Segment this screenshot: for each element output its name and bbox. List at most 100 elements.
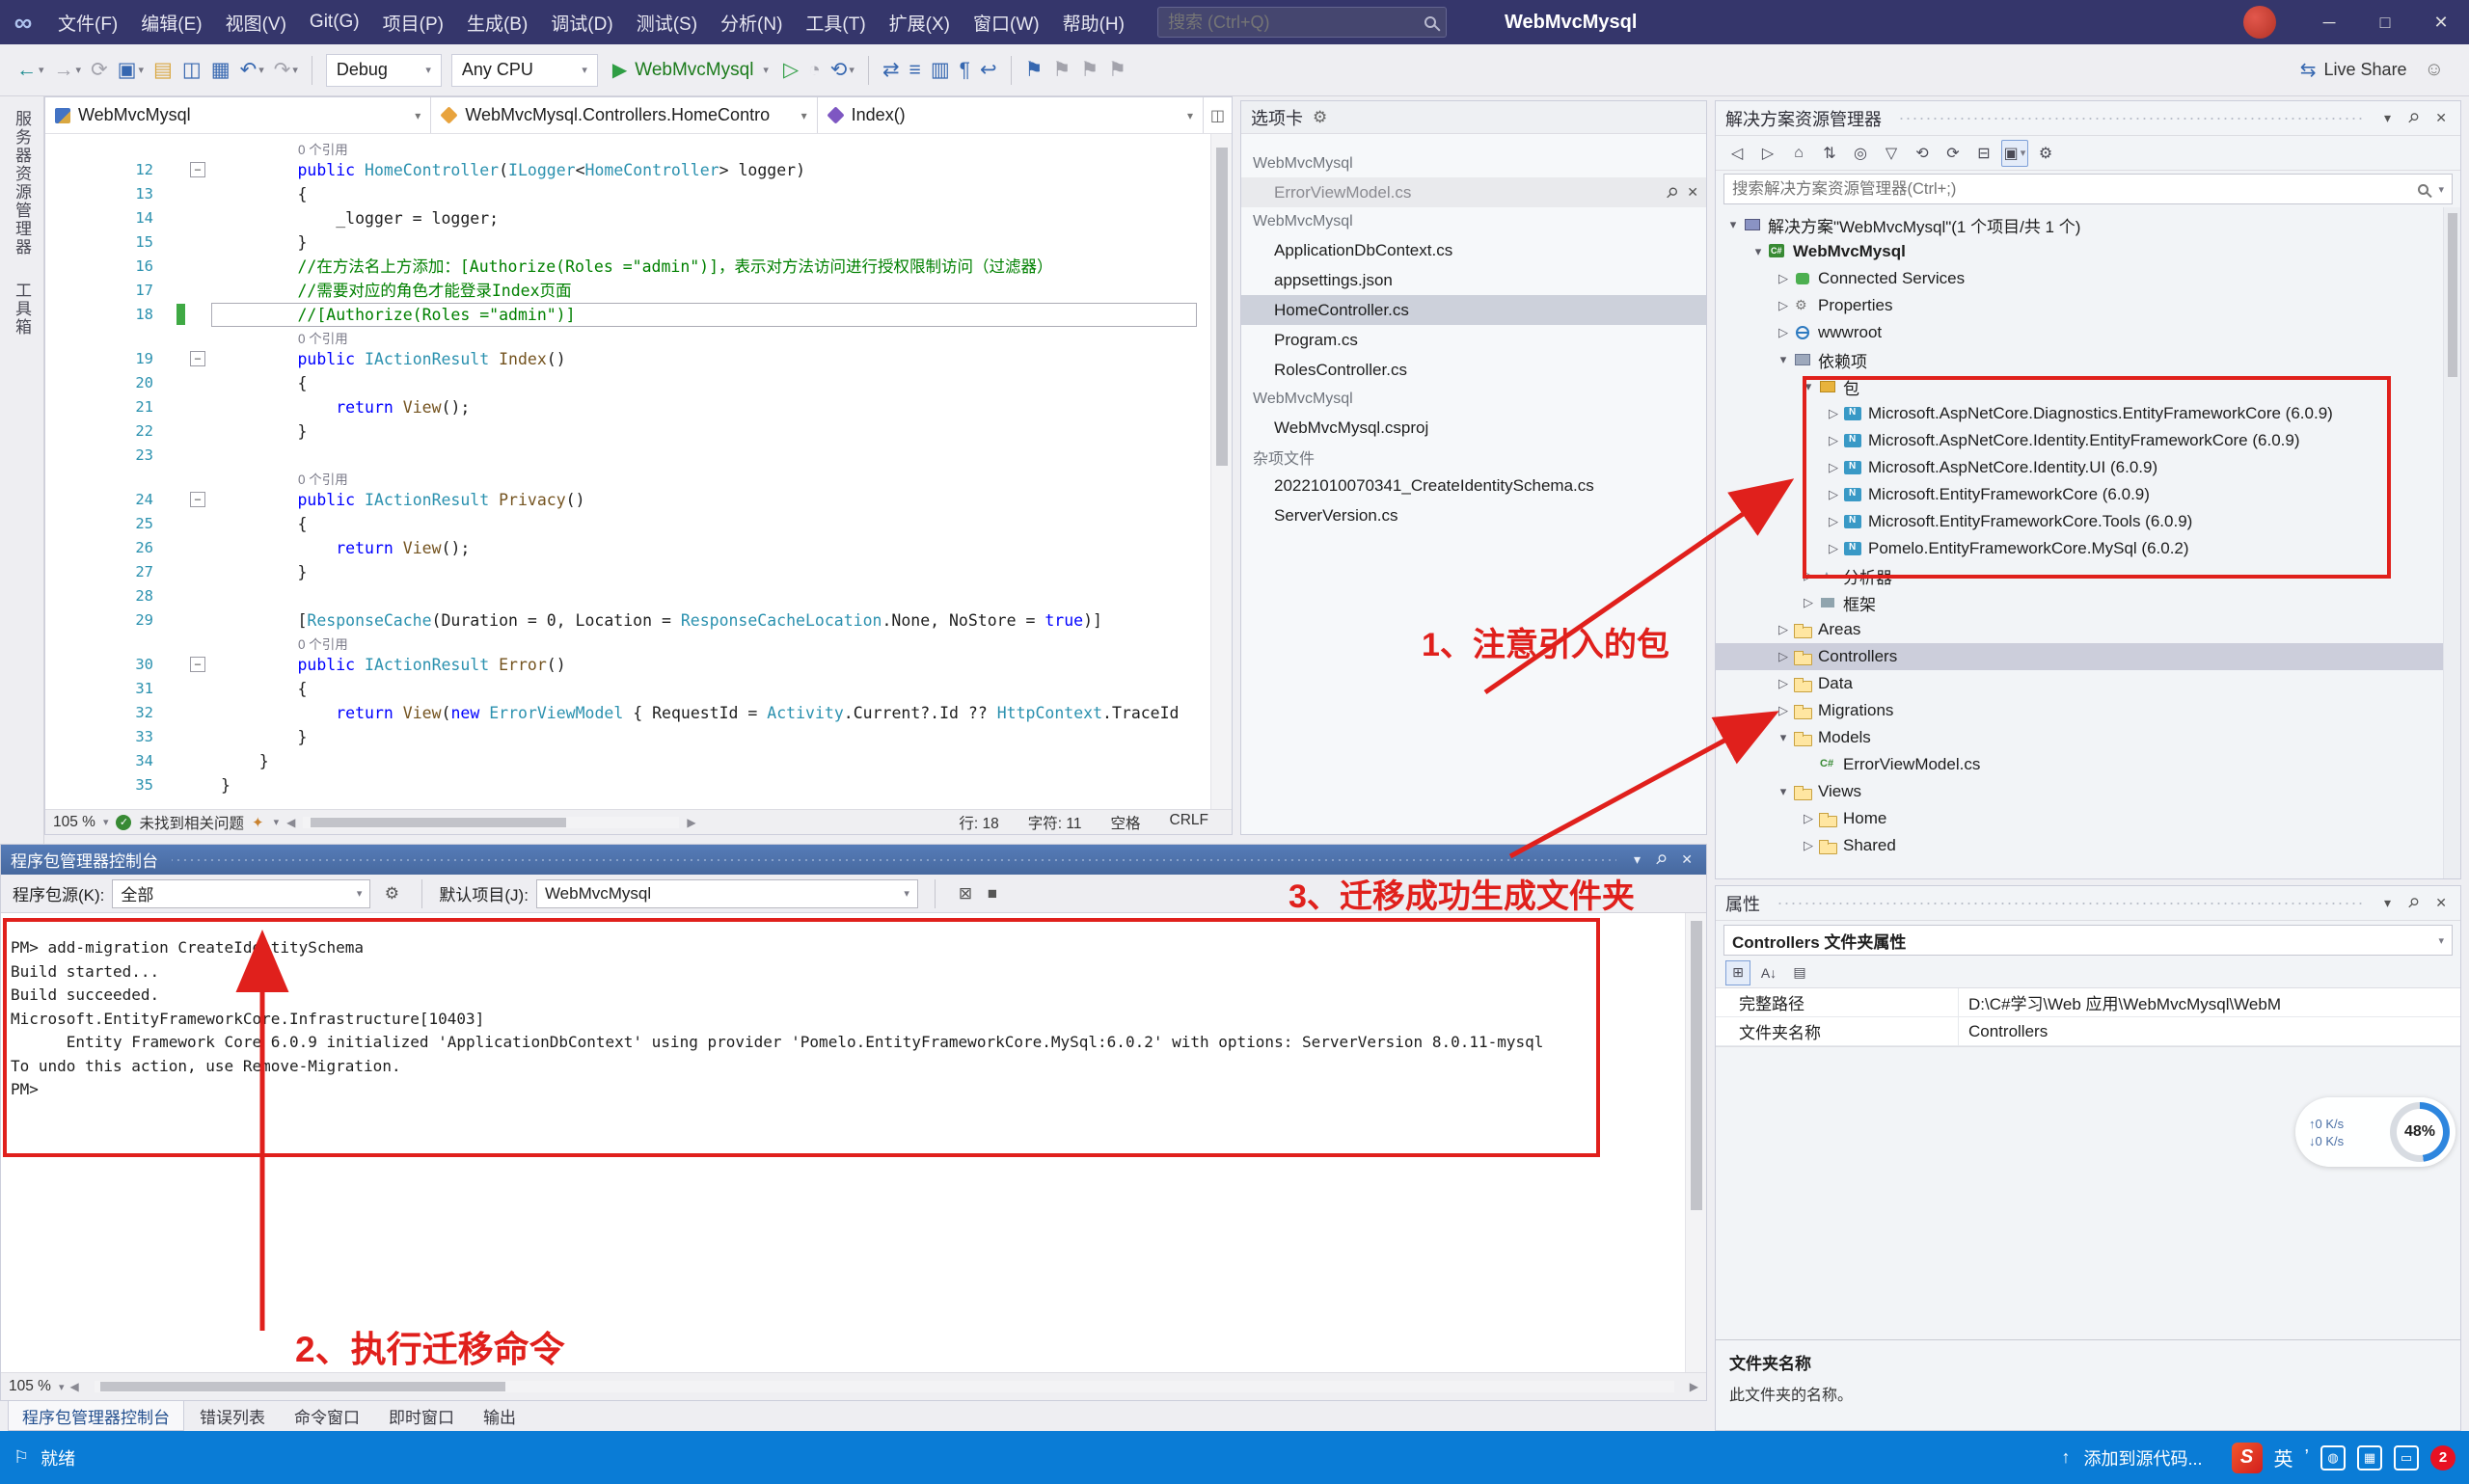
rail-tab[interactable]: 服务器资源管理器 [10,110,34,256]
solution-search-input[interactable] [1732,180,2410,199]
close-icon[interactable]: ✕ [2431,895,2451,911]
next-bookmark-icon[interactable]: ⚑ [1075,52,1103,89]
notification-badge[interactable]: 2 [2430,1445,2455,1471]
gear-icon[interactable]: ⚙ [1313,108,1327,127]
solution-search-box[interactable]: ▾ [1723,174,2453,204]
forward-icon[interactable]: ▷ [1754,140,1781,167]
sogou-ime-icon[interactable]: S [2232,1443,2263,1473]
expander-icon[interactable]: ▾ [1774,352,1793,367]
expander-icon[interactable]: ▾ [1723,217,1743,232]
ime-language-indicator[interactable]: 英 [2274,1444,2293,1471]
pin-icon[interactable]: ⚲ [2401,106,2426,130]
alphabetical-icon[interactable]: A↓ [1756,960,1781,985]
code-line[interactable]: 20 { [45,371,1232,395]
tree-item[interactable]: ▷Microsoft.EntityFrameworkCore.Tools (6.… [1716,508,2460,535]
console-zoom-value[interactable]: 105 % [9,1378,51,1395]
solution-platform-dropdown[interactable]: Any CPU▾ [451,54,598,87]
cursor-column-indicator[interactable]: 字符: 11 [1028,812,1082,833]
tab-item[interactable]: 20221010070341_CreateIdentitySchema.cs [1241,471,1706,500]
code-line[interactable]: 34 } [45,749,1232,773]
code-line[interactable]: 24− public IActionResult Privacy() [45,488,1232,512]
clear-console-icon[interactable]: ⊠ [952,880,979,907]
code-line[interactable]: 22 } [45,419,1232,444]
quick-search-box[interactable] [1157,7,1447,38]
menu-item[interactable]: 窗口(W) [962,0,1051,44]
microphone-icon[interactable]: ◍ [2320,1445,2346,1471]
tree-item[interactable]: ▷Microsoft.EntityFrameworkCore (6.0.9) [1716,481,2460,508]
collapse-all-icon[interactable]: ⊟ [1970,140,1997,167]
codelens-references[interactable]: 0 个引用 [298,328,348,347]
scrollbar-thumb[interactable] [1216,148,1228,466]
health-check-icon[interactable]: ✓ [116,815,131,830]
expander-icon[interactable]: ▾ [1774,730,1793,745]
minimize-button[interactable]: ─ [2301,0,2357,44]
expander-icon[interactable]: ▾ [1774,784,1793,799]
expander-icon[interactable]: ▷ [1774,271,1793,286]
navigate-back-edit-icon[interactable]: ⇄ [878,52,905,89]
history-icon[interactable]: ⟳ [86,52,113,89]
expander-icon[interactable]: ▷ [1774,325,1793,340]
line-ending-indicator[interactable]: CRLF [1170,812,1208,833]
code-line[interactable]: 32 return View(new ErrorViewModel { Requ… [45,701,1232,725]
home-icon[interactable]: ⌂ [1785,140,1812,167]
code-line[interactable]: 21 return View(); [45,395,1232,419]
close-icon[interactable]: ✕ [1687,184,1698,201]
property-value[interactable]: D:\C#学习\Web 应用\WebMvcMysql\WebM [1959,990,2460,1014]
editor-vertical-scrollbar[interactable] [1210,134,1232,809]
open-folder-icon[interactable]: ▤ [149,52,177,89]
code-line[interactable]: 14 _logger = logger; [45,206,1232,230]
maximize-button[interactable]: □ [2357,0,2413,44]
save-icon[interactable]: ◫ [177,52,206,89]
properties-icon[interactable]: ⚙ [2032,140,2059,167]
tab-item[interactable]: HomeController.cs [1241,295,1706,325]
fold-collapse-icon[interactable]: − [190,492,205,507]
code-line[interactable]: 25 { [45,512,1232,536]
tree-item[interactable]: ▷Microsoft.AspNetCore.Identity.EntityFra… [1716,427,2460,454]
expander-icon[interactable]: ▷ [1824,541,1843,556]
tree-item[interactable]: ▷Migrations [1716,697,2460,724]
code-line[interactable]: 27 } [45,560,1232,584]
word-wrap-icon[interactable]: ↩ [975,52,1002,89]
menu-item[interactable]: 测试(S) [625,0,709,44]
tab-item[interactable]: WebMvcMysql.csproj [1241,413,1706,443]
back-icon[interactable]: ←▾ [12,52,49,89]
property-value[interactable]: Controllers [1959,1022,2460,1041]
property-row[interactable]: 完整路径D:\C#学习\Web 应用\WebMvcMysql\WebM [1716,988,2460,1017]
line-indent-icon[interactable]: ≡ [905,52,926,89]
touch-panel-icon[interactable]: ▭ [2394,1445,2419,1471]
expander-icon[interactable]: ▾ [1749,244,1768,259]
tab-item[interactable]: appsettings.json [1241,265,1706,295]
indentation-indicator[interactable]: 空格 [1111,812,1141,833]
new-window-icon[interactable]: ▣▾ [113,52,149,89]
tree-item[interactable]: ErrorViewModel.cs [1716,751,2460,778]
hot-reload-icon[interactable]: ⟲▾ [826,52,859,89]
property-row[interactable]: 文件夹名称Controllers [1716,1017,2460,1046]
quick-search-input[interactable] [1168,13,1399,33]
chevron-down-icon[interactable]: ▾ [2380,895,2395,911]
expander-icon[interactable]: ▷ [1774,298,1793,313]
tree-item[interactable]: ▾Views [1716,778,2460,805]
cursor-line-indicator[interactable]: 行: 18 [959,812,998,833]
tool-window-tab[interactable]: 程序包管理器控制台 [8,1401,184,1431]
scrollbar-thumb[interactable] [1691,921,1702,1210]
split-window-button[interactable]: ◫ [1203,97,1232,133]
prev-bookmark-icon[interactable]: ⚑ [1047,52,1075,89]
vs-logo-icon[interactable]: ∞ [0,0,46,44]
default-project-dropdown[interactable]: WebMvcMysql ▾ [536,879,918,908]
feedback-icon[interactable]: ☺ [2425,59,2444,81]
drag-handle[interactable] [1776,901,2365,906]
solution-configuration-dropdown[interactable]: Debug▾ [326,54,442,87]
refresh-icon[interactable]: ⟳ [1940,140,1967,167]
codelens-references[interactable]: 0 个引用 [298,634,348,653]
scroll-left-icon[interactable]: ◀ [286,816,295,829]
package-source-settings-icon[interactable]: ⚙ [378,880,405,907]
filter-icon[interactable]: ▽ [1878,140,1905,167]
project-dropdown[interactable]: WebMvcMysql ▾ [45,97,431,133]
tree-vertical-scrollbar[interactable] [2443,207,2460,878]
tree-item[interactable]: ▷Pomelo.EntityFrameworkCore.MySql (6.0.2… [1716,535,2460,562]
drag-handle[interactable] [1897,116,2365,121]
scroll-right-icon[interactable]: ▶ [1690,1380,1698,1393]
code-line[interactable]: 13 { [45,182,1232,206]
start-debugging-button[interactable]: ▶ WebMvcMysql ▾ [603,52,778,89]
sync-with-active-document-icon[interactable]: ⟲ [1909,140,1936,167]
